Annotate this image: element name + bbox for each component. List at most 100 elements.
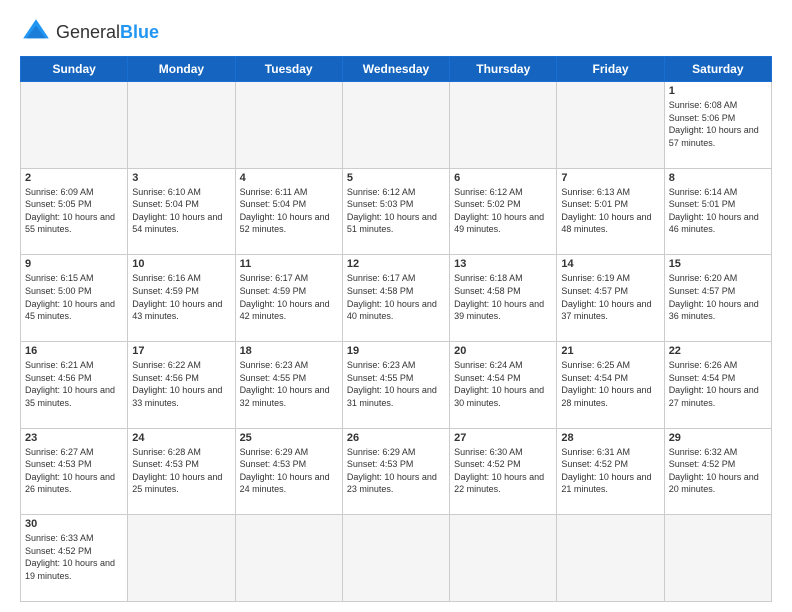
week-row-2: 2 Sunrise: 6:09 AM Sunset: 5:05 PM Daylig…	[21, 168, 772, 255]
day-info: Sunrise: 6:14 AM Sunset: 5:01 PM Dayligh…	[669, 186, 767, 236]
day-number: 29	[669, 432, 767, 444]
logo: GeneralBlue	[20, 16, 159, 48]
day-info: Sunrise: 6:30 AM Sunset: 4:52 PM Dayligh…	[454, 446, 552, 496]
day-cell	[557, 515, 664, 602]
weekday-saturday: Saturday	[664, 57, 771, 82]
day-info: Sunrise: 6:31 AM Sunset: 4:52 PM Dayligh…	[561, 446, 659, 496]
weekday-thursday: Thursday	[450, 57, 557, 82]
calendar-body: 1 Sunrise: 6:08 AM Sunset: 5:06 PM Daylig…	[21, 82, 772, 602]
day-number: 1	[669, 85, 767, 97]
day-cell: 15 Sunrise: 6:20 AM Sunset: 4:57 PM Dayli…	[664, 255, 771, 342]
day-info: Sunrise: 6:26 AM Sunset: 4:54 PM Dayligh…	[669, 359, 767, 409]
day-info: Sunrise: 6:18 AM Sunset: 4:58 PM Dayligh…	[454, 272, 552, 322]
day-number: 23	[25, 432, 123, 444]
day-number: 2	[25, 172, 123, 184]
day-number: 8	[669, 172, 767, 184]
day-cell: 20Sunrise: 6:24 AM Sunset: 4:54 PM Dayli…	[450, 341, 557, 428]
day-number: 12	[347, 258, 445, 270]
day-cell	[557, 82, 664, 169]
day-cell: 23 Sunrise: 6:27 AM Sunset: 4:53 PM Dayli…	[21, 428, 128, 515]
day-info: Sunrise: 6:23 AM Sunset: 4:55 PM Dayligh…	[347, 359, 445, 409]
day-info: Sunrise: 6:19 AM Sunset: 4:57 PM Dayligh…	[561, 272, 659, 322]
day-info: Sunrise: 6:22 AM Sunset: 4:56 PM Dayligh…	[132, 359, 230, 409]
day-info: Sunrise: 6:12 AM Sunset: 5:02 PM Dayligh…	[454, 186, 552, 236]
day-info: Sunrise: 6:33 AM Sunset: 4:52 PM Dayligh…	[25, 532, 123, 582]
day-number: 18	[240, 345, 338, 357]
day-number: 19	[347, 345, 445, 357]
day-number: 27	[454, 432, 552, 444]
day-info: Sunrise: 6:28 AM Sunset: 4:53 PM Dayligh…	[132, 446, 230, 496]
day-number: 15	[669, 258, 767, 270]
day-cell	[450, 515, 557, 602]
weekday-tuesday: Tuesday	[235, 57, 342, 82]
day-cell: 24 Sunrise: 6:28 AM Sunset: 4:53 PM Dayli…	[128, 428, 235, 515]
weekday-monday: Monday	[128, 57, 235, 82]
week-row-4: 16 Sunrise: 6:21 AM Sunset: 4:56 PM Dayli…	[21, 341, 772, 428]
week-row-6: 30 Sunrise: 6:33 AM Sunset: 4:52 PM Dayli…	[21, 515, 772, 602]
day-cell: 21Sunrise: 6:25 AM Sunset: 4:54 PM Dayli…	[557, 341, 664, 428]
day-number: 17	[132, 345, 230, 357]
day-cell: 27 Sunrise: 6:30 AM Sunset: 4:52 PM Dayli…	[450, 428, 557, 515]
day-number: 13	[454, 258, 552, 270]
day-info: Sunrise: 6:12 AM Sunset: 5:03 PM Dayligh…	[347, 186, 445, 236]
day-cell	[235, 82, 342, 169]
day-cell: 17 Sunrise: 6:22 AM Sunset: 4:56 PM Dayli…	[128, 341, 235, 428]
day-info: Sunrise: 6:23 AM Sunset: 4:55 PM Dayligh…	[240, 359, 338, 409]
day-cell: 5 Sunrise: 6:12 AM Sunset: 5:03 PM Daylig…	[342, 168, 449, 255]
header: GeneralBlue	[20, 16, 772, 48]
day-cell: 29 Sunrise: 6:32 AM Sunset: 4:52 PM Dayli…	[664, 428, 771, 515]
day-cell: 9Sunrise: 6:15 AM Sunset: 5:00 PM Daylig…	[21, 255, 128, 342]
day-info: Sunrise: 6:16 AM Sunset: 4:59 PM Dayligh…	[132, 272, 230, 322]
day-cell: 6 Sunrise: 6:12 AM Sunset: 5:02 PM Daylig…	[450, 168, 557, 255]
weekday-sunday: Sunday	[21, 57, 128, 82]
day-cell: 13 Sunrise: 6:18 AM Sunset: 4:58 PM Dayli…	[450, 255, 557, 342]
day-cell: 10 Sunrise: 6:16 AM Sunset: 4:59 PM Dayli…	[128, 255, 235, 342]
day-number: 6	[454, 172, 552, 184]
day-number: 7	[561, 172, 659, 184]
day-cell: 19 Sunrise: 6:23 AM Sunset: 4:55 PM Dayli…	[342, 341, 449, 428]
day-cell: 8 Sunrise: 6:14 AM Sunset: 5:01 PM Daylig…	[664, 168, 771, 255]
day-cell: 4 Sunrise: 6:11 AM Sunset: 5:04 PM Daylig…	[235, 168, 342, 255]
day-cell: 25Sunrise: 6:29 AM Sunset: 4:53 PM Dayli…	[235, 428, 342, 515]
day-cell: 2 Sunrise: 6:09 AM Sunset: 5:05 PM Daylig…	[21, 168, 128, 255]
day-cell	[128, 515, 235, 602]
day-cell: 3Sunrise: 6:10 AM Sunset: 5:04 PM Daylig…	[128, 168, 235, 255]
day-info: Sunrise: 6:32 AM Sunset: 4:52 PM Dayligh…	[669, 446, 767, 496]
logo-icon	[20, 16, 52, 48]
day-cell	[664, 515, 771, 602]
day-cell: 22 Sunrise: 6:26 AM Sunset: 4:54 PM Dayli…	[664, 341, 771, 428]
day-info: Sunrise: 6:20 AM Sunset: 4:57 PM Dayligh…	[669, 272, 767, 322]
day-cell	[342, 515, 449, 602]
day-info: Sunrise: 6:29 AM Sunset: 4:53 PM Dayligh…	[347, 446, 445, 496]
day-info: Sunrise: 6:21 AM Sunset: 4:56 PM Dayligh…	[25, 359, 123, 409]
day-number: 5	[347, 172, 445, 184]
day-info: Sunrise: 6:29 AM Sunset: 4:53 PM Dayligh…	[240, 446, 338, 496]
day-info: Sunrise: 6:13 AM Sunset: 5:01 PM Dayligh…	[561, 186, 659, 236]
day-info: Sunrise: 6:17 AM Sunset: 4:59 PM Dayligh…	[240, 272, 338, 322]
day-number: 26	[347, 432, 445, 444]
day-info: Sunrise: 6:27 AM Sunset: 4:53 PM Dayligh…	[25, 446, 123, 496]
day-cell	[235, 515, 342, 602]
day-cell	[128, 82, 235, 169]
day-number: 16	[25, 345, 123, 357]
day-info: Sunrise: 6:08 AM Sunset: 5:06 PM Dayligh…	[669, 99, 767, 149]
day-info: Sunrise: 6:25 AM Sunset: 4:54 PM Dayligh…	[561, 359, 659, 409]
day-cell: 18 Sunrise: 6:23 AM Sunset: 4:55 PM Dayli…	[235, 341, 342, 428]
day-number: 4	[240, 172, 338, 184]
day-info: Sunrise: 6:09 AM Sunset: 5:05 PM Dayligh…	[25, 186, 123, 236]
day-info: Sunrise: 6:17 AM Sunset: 4:58 PM Dayligh…	[347, 272, 445, 322]
day-cell: 30 Sunrise: 6:33 AM Sunset: 4:52 PM Dayli…	[21, 515, 128, 602]
day-cell: 26 Sunrise: 6:29 AM Sunset: 4:53 PM Dayli…	[342, 428, 449, 515]
day-number: 22	[669, 345, 767, 357]
day-number: 28	[561, 432, 659, 444]
week-row-5: 23 Sunrise: 6:27 AM Sunset: 4:53 PM Dayli…	[21, 428, 772, 515]
day-info: Sunrise: 6:11 AM Sunset: 5:04 PM Dayligh…	[240, 186, 338, 236]
day-number: 24	[132, 432, 230, 444]
day-number: 30	[25, 518, 123, 530]
day-cell: 1 Sunrise: 6:08 AM Sunset: 5:06 PM Daylig…	[664, 82, 771, 169]
day-number: 10	[132, 258, 230, 270]
day-cell	[21, 82, 128, 169]
day-number: 9	[25, 258, 123, 270]
weekday-friday: Friday	[557, 57, 664, 82]
day-cell	[342, 82, 449, 169]
